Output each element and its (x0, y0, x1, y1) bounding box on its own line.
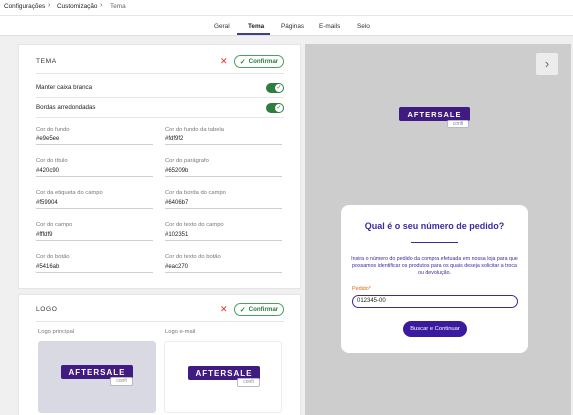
field-underline (36, 176, 153, 177)
main-logo-image: AFTERSALE confi (61, 365, 133, 389)
divider (36, 321, 284, 322)
main-logo-label: Logo principal (38, 329, 75, 335)
field-underline (36, 144, 153, 145)
logo-sub: confi (110, 377, 133, 386)
tab-tema[interactable]: Tema (248, 23, 264, 30)
field-underline (165, 144, 282, 145)
order-input-label: Pedido* (352, 286, 371, 292)
tab-paginas[interactable]: Páginas (281, 23, 304, 30)
theme-card-title: TEMA (36, 58, 57, 65)
divider (36, 117, 284, 118)
top-bar: Configurações › Customização › Tema (0, 0, 573, 16)
toggle-label-rounded: Bordas arredondadas (36, 104, 96, 111)
field-label: Cor do parágrafo (165, 158, 209, 164)
tab-geral[interactable]: Geral (214, 23, 230, 30)
color-field-input[interactable]: #fffdf9 (36, 232, 52, 238)
toggle-white-box[interactable]: ✓ (266, 83, 284, 93)
check-icon: ✓ (275, 84, 283, 92)
tab-emails[interactable]: E-mails (319, 23, 340, 30)
field-underline (36, 240, 153, 241)
theme-card: TEMA ✕ ✓ Confirmar Manter caixa branca ✓… (18, 44, 301, 289)
color-field-button-text[interactable]: #eac270 (165, 264, 188, 270)
color-field-paragraph[interactable]: #65209b (165, 168, 188, 174)
field-label: Cor da etiqueta do campo (36, 190, 103, 196)
confirm-button[interactable]: ✓ Confirmar (234, 55, 284, 68)
search-continue-button[interactable]: Buscar e Continuar (403, 321, 467, 337)
modal-title: Qual é o seu número de pedido? (364, 221, 505, 231)
breadcrumb-configuracoes[interactable]: Configurações (4, 3, 45, 10)
tab-selo[interactable]: Selo (357, 23, 370, 30)
check-icon: ✓ (239, 58, 246, 66)
check-icon: ✓ (275, 104, 283, 112)
breadcrumb-tema: Tema (110, 3, 126, 10)
confirm-label: Confirmar (248, 58, 279, 65)
active-tab-indicator (237, 33, 270, 35)
field-label: Cor do texto do campo (165, 222, 224, 228)
color-field-title[interactable]: #420c90 (36, 168, 59, 174)
color-field-table-background[interactable]: #fdf9f2 (165, 136, 183, 142)
tab-bar: Geral Tema Páginas E-mails Selo (0, 16, 573, 36)
order-lookup-modal: Qual é o seu número de pedido? Insira o … (341, 205, 528, 353)
title-underline (411, 242, 458, 243)
order-number-input[interactable]: 012345-00 (352, 295, 518, 308)
logo-wordmark: AFTERSALE (399, 107, 470, 121)
field-label: Cor do texto do botão (165, 254, 221, 260)
logo-sub: confi (237, 378, 260, 387)
breadcrumb-customizacao[interactable]: Customização (57, 3, 98, 10)
preview-logo: AFTERSALE confi (399, 107, 470, 130)
chevron-right-icon: › (100, 2, 103, 9)
divider (36, 97, 284, 98)
chevron-right-icon[interactable]: › (536, 53, 558, 75)
color-field-button[interactable]: #5416ab (36, 264, 59, 270)
field-underline (36, 208, 153, 209)
main-logo-dropzone[interactable]: AFTERSALE confi (38, 341, 156, 413)
toggle-label-white-box: Manter caixa branca (36, 84, 93, 91)
chevron-right-icon: › (48, 2, 51, 9)
confirm-label: Confirmar (248, 306, 279, 313)
email-logo-image: AFTERSALE confi (188, 366, 260, 390)
field-label: Cor do campo (36, 222, 73, 228)
field-label: Cor da borda do campo (165, 190, 226, 196)
toggle-rounded-borders[interactable]: ✓ (266, 103, 284, 113)
divider (36, 73, 284, 74)
logo-card-title: LOGO (36, 306, 58, 313)
color-field-input-text[interactable]: #102351 (165, 232, 188, 238)
color-field-background[interactable]: #e9e5ee (36, 136, 59, 142)
field-underline (165, 176, 282, 177)
field-label: Cor do título (36, 158, 68, 164)
close-icon[interactable]: ✕ (220, 305, 228, 314)
check-icon: ✓ (239, 306, 246, 314)
logo-card: LOGO ✕ ✓ Confirmar Logo principal Logo e… (18, 294, 301, 415)
field-underline (165, 272, 282, 273)
modal-description: Insira o número do pedido da compra efet… (351, 256, 518, 277)
field-label: Cor do botão (36, 254, 70, 260)
email-logo-dropzone[interactable]: AFTERSALE confi (164, 341, 282, 413)
field-underline (165, 208, 282, 209)
email-logo-label: Logo e-mail (165, 329, 196, 335)
color-field-label[interactable]: #f59904 (36, 200, 58, 206)
logo-sub: confi (447, 120, 469, 128)
field-label: Cor do fundo (36, 127, 70, 133)
field-underline (36, 272, 153, 273)
confirm-button[interactable]: ✓ Confirmar (234, 303, 284, 316)
color-field-border[interactable]: #6406b7 (165, 200, 188, 206)
close-icon[interactable]: ✕ (220, 57, 228, 66)
field-label: Cor do fundo da tabela (165, 127, 224, 133)
field-underline (165, 240, 282, 241)
